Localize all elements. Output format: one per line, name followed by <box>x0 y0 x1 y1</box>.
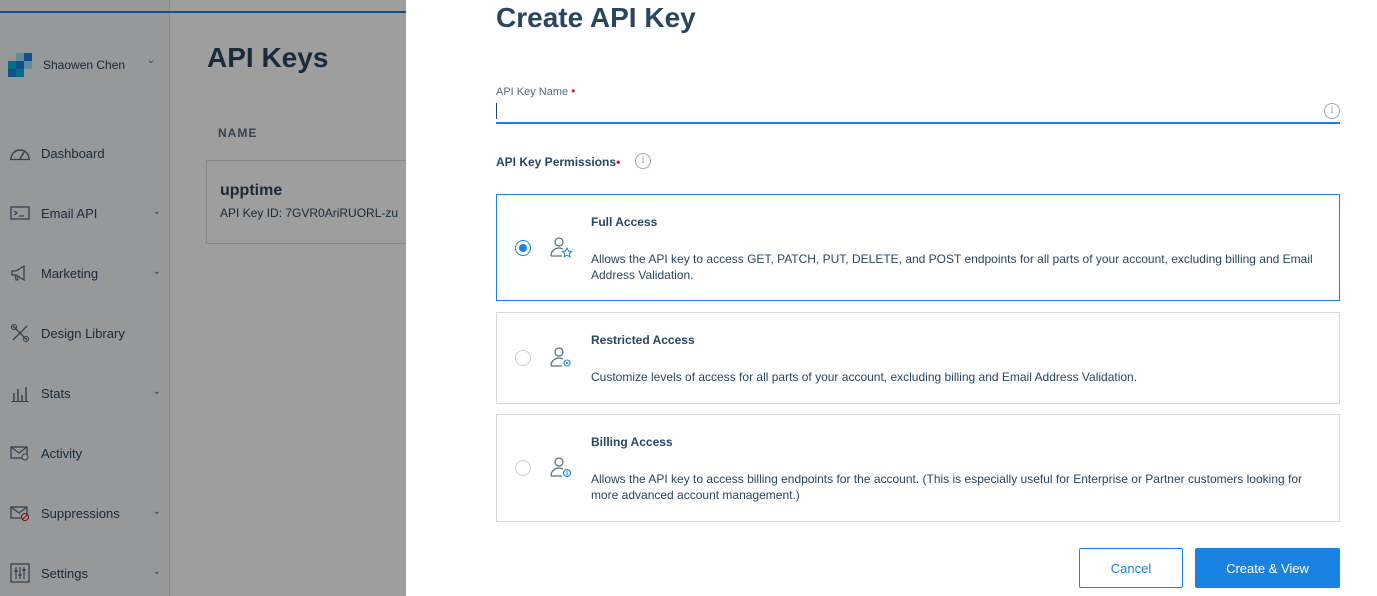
permission-option-billing-access[interactable]: Billing Access Allows the API key to acc… <box>496 414 1340 522</box>
user-gear-icon <box>549 346 573 370</box>
option-title: Billing Access <box>591 435 673 449</box>
required-marker: • <box>571 84 576 98</box>
cancel-button[interactable]: Cancel <box>1079 548 1183 588</box>
modal-backdrop[interactable] <box>0 0 406 596</box>
option-title: Restricted Access <box>591 333 695 347</box>
required-marker: • <box>616 155 621 169</box>
option-description: Customize levels of access for all parts… <box>591 370 1138 384</box>
option-description: Allows the API key to access billing end… <box>591 472 1302 502</box>
info-icon[interactable]: i <box>1324 103 1340 119</box>
api-key-name-input[interactable] <box>496 100 1340 124</box>
option-title: Full Access <box>591 215 658 229</box>
create-and-view-button[interactable]: Create & View <box>1195 548 1340 588</box>
api-key-name-label: API Key Name • <box>496 84 576 98</box>
user-star-icon <box>549 236 573 260</box>
radio-billing-access[interactable] <box>515 460 531 476</box>
create-api-key-panel: Create API Key API Key Name • i API Key P… <box>406 0 1377 596</box>
radio-full-access[interactable] <box>515 240 531 256</box>
option-description: Allows the API key to access GET, PATCH,… <box>591 252 1313 282</box>
radio-restricted-access[interactable] <box>515 350 531 366</box>
user-dollar-icon <box>549 456 573 480</box>
modal-title: Create API Key <box>496 2 696 33</box>
info-icon[interactable]: i <box>635 153 651 169</box>
permission-option-full-access[interactable]: Full Access Allows the API key to access… <box>496 194 1340 301</box>
text-caret <box>496 103 497 119</box>
permissions-label: API Key Permissions• <box>496 155 621 169</box>
permission-option-restricted-access[interactable]: Restricted Access Customize levels of ac… <box>496 312 1340 404</box>
